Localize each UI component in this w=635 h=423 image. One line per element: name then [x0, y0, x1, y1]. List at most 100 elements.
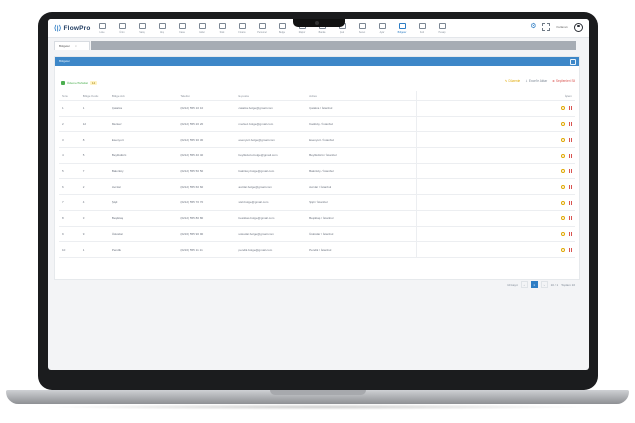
next-page-button[interactable]: › — [540, 281, 548, 288]
nav-item-3[interactable]: Alış — [152, 21, 172, 35]
table-row[interactable]: 7 4 Şişli (0212) 555 70 70 sisli.bolge@gmail… — [59, 194, 575, 211]
nav-item-7[interactable]: Finans — [232, 21, 252, 35]
checkbox-icon[interactable] — [61, 80, 65, 85]
table-row[interactable]: 1 1 Çatalca (0212) 555 10 10 catalca.bolge@g… — [59, 100, 575, 117]
nav-item-1[interactable]: Ürün — [112, 21, 132, 35]
nav-item-8[interactable]: Personel — [252, 21, 272, 35]
table-row[interactable]: 10 1 Pendik (0216) 555 11 11 pendik.bolge@gm… — [59, 241, 575, 258]
col-header-code[interactable]: Bölge Kodu — [79, 91, 109, 101]
user-avatar-icon[interactable] — [574, 22, 583, 32]
nav-item-13[interactable]: Senet — [352, 21, 372, 35]
gear-icon[interactable]: ⚙ — [530, 22, 536, 32]
nav-item-9[interactable]: Belge — [272, 21, 292, 35]
cell-address: Bakırköy / İstanbul — [306, 163, 417, 180]
row-edit-icon[interactable] — [561, 169, 565, 174]
row-delete-icon[interactable] — [569, 216, 572, 221]
col-header-phone[interactable]: Telefon — [177, 91, 236, 101]
nav-item-label: Belge — [278, 31, 286, 34]
row-delete-icon[interactable] — [569, 122, 572, 127]
prev-page-button[interactable]: ‹ — [520, 281, 528, 288]
row-edit-icon[interactable] — [561, 137, 565, 142]
row-edit-icon[interactable] — [561, 106, 565, 111]
row-edit-icon[interactable] — [561, 231, 565, 236]
cell-phone: (0212) 555 40 40 — [177, 147, 236, 164]
filter-checkbox[interactable]: Ödeme/Tahsilat — [61, 80, 88, 85]
cell-address: Pendik / İstanbul — [306, 241, 417, 258]
row-delete-icon[interactable] — [569, 153, 572, 158]
row-delete-icon[interactable] — [569, 106, 572, 111]
cell-address: Çatalca / İstanbul — [306, 100, 417, 117]
row-delete-icon[interactable] — [569, 184, 572, 189]
table-row[interactable]: 3 8 Esenyurt (0212) 555 30 30 esenyurt.bolge… — [59, 131, 575, 149]
row-edit-icon[interactable] — [561, 153, 565, 158]
nav-menu: Liste Ürün Satış Alış Kasa Gider Stok Finans Per… — [92, 21, 452, 35]
cell-code: 8 — [79, 131, 109, 149]
collapse-icon[interactable] — [570, 59, 576, 65]
col-header-email[interactable]: E-posta — [235, 91, 307, 101]
export-button[interactable]: ⇩ Excel'e Aktar — [525, 79, 547, 83]
nav-item-icon — [178, 23, 186, 29]
cell-order: 9 — [59, 226, 80, 243]
nav-item-label: Personel — [257, 31, 267, 34]
app-logo[interactable]: ⟨|⟩ FlowPro — [54, 24, 91, 32]
nav-item-label: Bölgeler — [397, 31, 407, 34]
table-row[interactable]: 4 5 Beylikdüzü (0212) 555 40 40 beylikduzu.b… — [59, 147, 575, 164]
cell-actions — [547, 210, 575, 227]
col-header-order[interactable]: Sıra — [59, 91, 80, 101]
nav-item-2[interactable]: Satış — [132, 21, 152, 35]
cell-code: 3 — [79, 210, 109, 227]
row-edit-icon[interactable] — [561, 200, 565, 205]
nav-item-icon — [98, 23, 106, 29]
col-header-address[interactable]: Adres — [306, 91, 417, 101]
row-edit-icon[interactable] — [561, 184, 565, 189]
cell-address: Avcılar / İstanbul — [306, 178, 417, 196]
cell-actions — [547, 194, 575, 211]
col-header-name[interactable]: Bölge Adı — [108, 91, 178, 101]
nav-item-16[interactable]: Kod — [412, 21, 432, 35]
row-delete-icon[interactable] — [569, 169, 572, 174]
cell-email: merkez.bolge@gmail.com — [235, 116, 307, 133]
cell-actions — [547, 178, 575, 196]
cell-phone: (0216) 555 11 11 — [177, 241, 236, 258]
expand-icon[interactable] — [542, 23, 551, 31]
nav-item-0[interactable]: Liste — [92, 21, 112, 35]
row-edit-icon[interactable] — [561, 122, 565, 127]
cell-address: Beylikdüzü / İstanbul — [306, 147, 417, 164]
row-edit-icon[interactable] — [561, 247, 565, 252]
table-row[interactable]: 2 12 Merkez (0212) 555 20 20 merkez.bolge@gm… — [59, 116, 575, 133]
table-row[interactable]: 6 2 Avcılar (0212) 555 60 60 avcilar.bolge@g… — [59, 178, 575, 196]
cell-name: Çatalca — [108, 100, 178, 117]
nav-item-17[interactable]: Hesap — [432, 21, 452, 35]
user-name[interactable]: Kullanıcı — [556, 25, 568, 29]
per-page-select[interactable]: 10 kayıt — [507, 283, 518, 287]
nav-item-14[interactable]: Ayar — [372, 21, 392, 35]
close-icon[interactable]: × — [75, 44, 77, 48]
edit-button[interactable]: ✎ Düzenle — [505, 79, 520, 83]
cell-phone: (0212) 555 80 80 — [177, 210, 236, 227]
table-row[interactable]: 9 9 Üsküdar (0216) 555 90 90 uskudar.bolge@g… — [59, 226, 575, 243]
nav-item-label: Ürün — [119, 31, 125, 34]
cell-phone: (0212) 555 60 60 — [177, 178, 236, 196]
nav-item-4[interactable]: Kasa — [172, 21, 192, 35]
nav-item-5[interactable]: Gider — [192, 21, 212, 35]
nav-item-icon — [118, 23, 126, 29]
tab-bolgeler[interactable]: Bölgeler × — [54, 41, 90, 50]
nav-item-label: Banka — [318, 31, 326, 34]
cell-phone: (0216) 555 90 90 — [177, 226, 236, 243]
nav-item-15[interactable]: Bölgeler — [392, 21, 412, 35]
delete-selected-button[interactable]: ⊗ Seçilenleri Sil — [552, 79, 575, 83]
edit-button-label: Düzenle — [508, 79, 521, 83]
row-delete-icon[interactable] — [569, 137, 572, 142]
page-1-button[interactable]: 1 — [530, 281, 538, 288]
row-delete-icon[interactable] — [569, 231, 572, 236]
row-delete-icon[interactable] — [569, 200, 572, 205]
nav-item-6[interactable]: Stok — [212, 21, 232, 35]
cell-actions — [547, 116, 575, 133]
tab-strip: Bölgeler × — [48, 39, 589, 50]
table-row[interactable]: 8 3 Beşiktaş (0212) 555 80 80 besiktas.bolge… — [59, 210, 575, 227]
table-row[interactable]: 5 7 Bakırköy (0212) 555 50 50 bakirkoy.bolge… — [59, 163, 575, 180]
row-delete-icon[interactable] — [569, 247, 572, 252]
cell-actions — [547, 163, 575, 180]
cell-email: bakirkoy.bolge@gmail.com — [235, 163, 307, 180]
row-edit-icon[interactable] — [561, 216, 565, 221]
